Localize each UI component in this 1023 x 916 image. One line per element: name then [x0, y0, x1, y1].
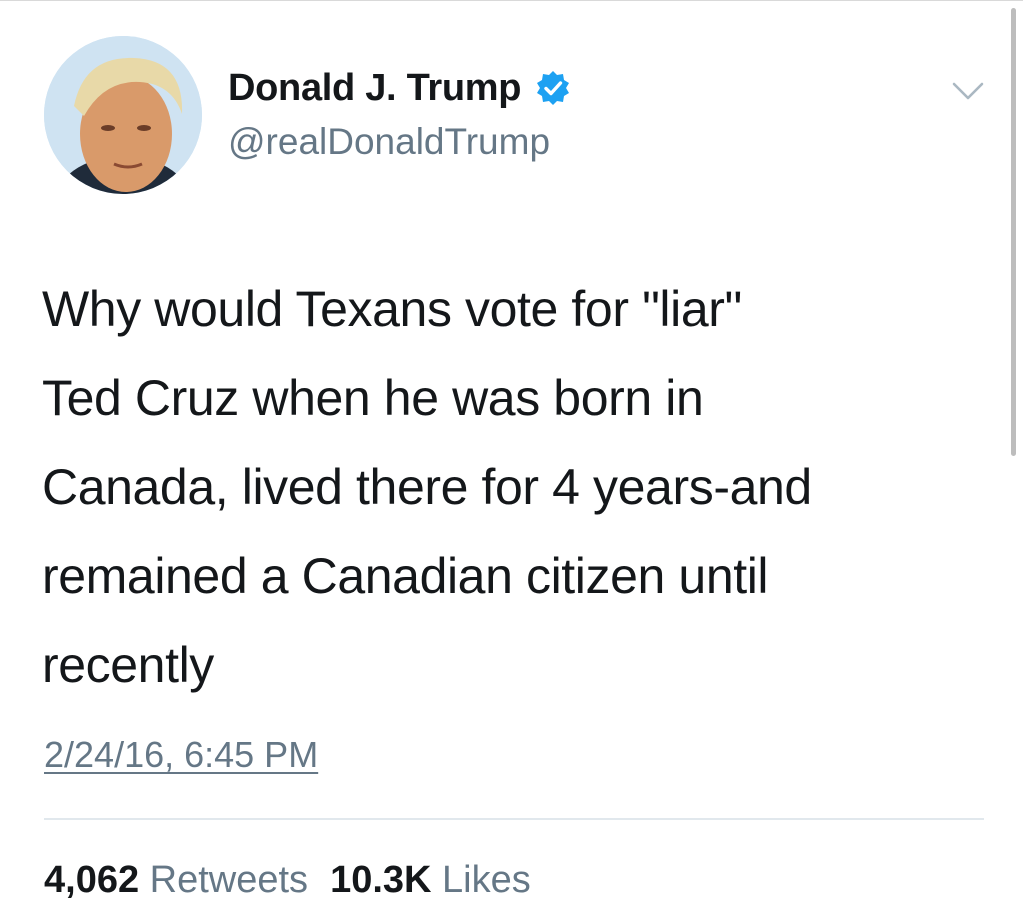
likes-label: Likes [442, 859, 531, 901]
retweets-stat[interactable]: 4,062 Retweets [44, 859, 308, 901]
chevron-down-icon[interactable] [950, 76, 986, 104]
tweet-text-line: Ted Cruz when he was born in [42, 370, 704, 426]
tweet-text: Why would Texans vote for "liar" Ted Cru… [42, 265, 992, 710]
author-display-name[interactable]: Donald J. Trump [228, 66, 522, 110]
avatar-image [44, 36, 202, 194]
tweet-text-line: Why would Texans vote for "liar" [42, 281, 742, 337]
likes-stat[interactable]: 10.3K Likes [330, 859, 531, 901]
avatar[interactable] [44, 36, 202, 194]
top-divider [0, 0, 1023, 1]
author-handle[interactable]: @realDonaldTrump [228, 120, 550, 164]
retweets-label: Retweets [149, 859, 309, 901]
verified-badge-icon [537, 71, 570, 105]
tweet-text-line: recently [42, 637, 214, 693]
tweet-stats: 4,062 Retweets 10.3K Likes [44, 856, 531, 904]
retweets-count: 4,062 [44, 859, 140, 901]
tweet-timestamp[interactable]: 2/24/16, 6:45 PM [44, 733, 318, 777]
author-name-row: Donald J. Trump [228, 66, 571, 110]
scrollbar[interactable] [1011, 8, 1016, 456]
stats-divider [44, 818, 984, 820]
likes-count: 10.3K [330, 859, 432, 901]
tweet-text-line: Canada, lived there for 4 years-and [42, 459, 812, 515]
tweet-text-line: remained a Canadian citizen until [42, 548, 769, 604]
